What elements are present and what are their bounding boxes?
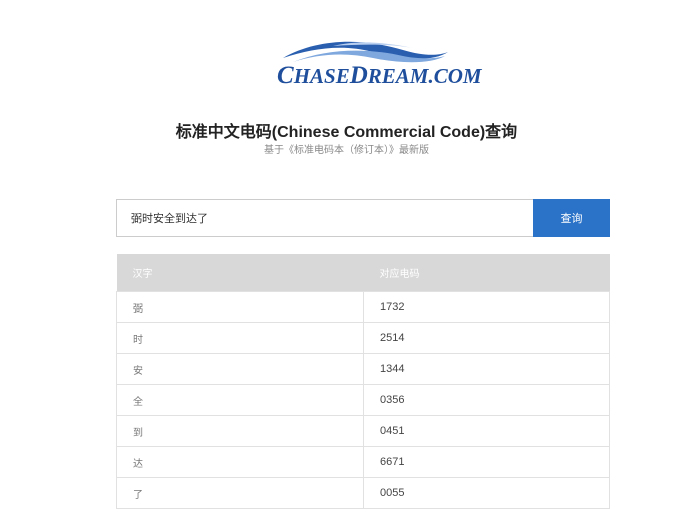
cell-char: 到 <box>116 415 364 447</box>
page-title: 标准中文电码(Chinese Commercial Code)查询 <box>175 124 518 141</box>
cell-char: 弼 <box>116 291 364 323</box>
cell-code: 1732 <box>363 291 610 323</box>
table-row: 达 6671 <box>116 446 610 478</box>
cell-char: 时 <box>116 322 364 354</box>
cell-code: 2514 <box>363 322 610 354</box>
cell-char: 达 <box>116 446 364 478</box>
cell-code: 1344 <box>363 353 610 385</box>
cell-char: 了 <box>116 477 364 509</box>
table-row: 安 1344 <box>116 353 610 385</box>
cell-code: 0055 <box>363 477 610 509</box>
table-row: 了 0055 <box>116 477 610 509</box>
cell-code: 0451 <box>363 415 610 447</box>
search-button[interactable]: 查询 <box>533 199 610 237</box>
table-header-row: 汉字 对应电码 <box>116 254 610 292</box>
page-subtitle: 基于《标准电码本（修订本）》最新版 <box>264 145 429 156</box>
cell-char: 全 <box>116 384 364 416</box>
logo-text: CHASEDREAM.COM <box>277 62 482 89</box>
table-row: 到 0451 <box>116 415 610 447</box>
table-row: 弼 1732 <box>116 291 610 323</box>
cell-code: 6671 <box>363 446 610 478</box>
results-table: 汉字 对应电码 弼 1732 时 2514 安 1344 全 0356 到 04… <box>116 254 610 509</box>
table-row: 时 2514 <box>116 322 610 354</box>
table-row: 全 0356 <box>116 384 610 416</box>
column-header-code: 对应电码 <box>363 254 610 292</box>
chasedream-logo[interactable]: CHASEDREAM.COM <box>273 36 482 94</box>
column-header-char: 汉字 <box>116 254 364 292</box>
search-input[interactable] <box>116 199 533 237</box>
cell-code: 0356 <box>363 384 610 416</box>
cell-char: 安 <box>116 353 364 385</box>
